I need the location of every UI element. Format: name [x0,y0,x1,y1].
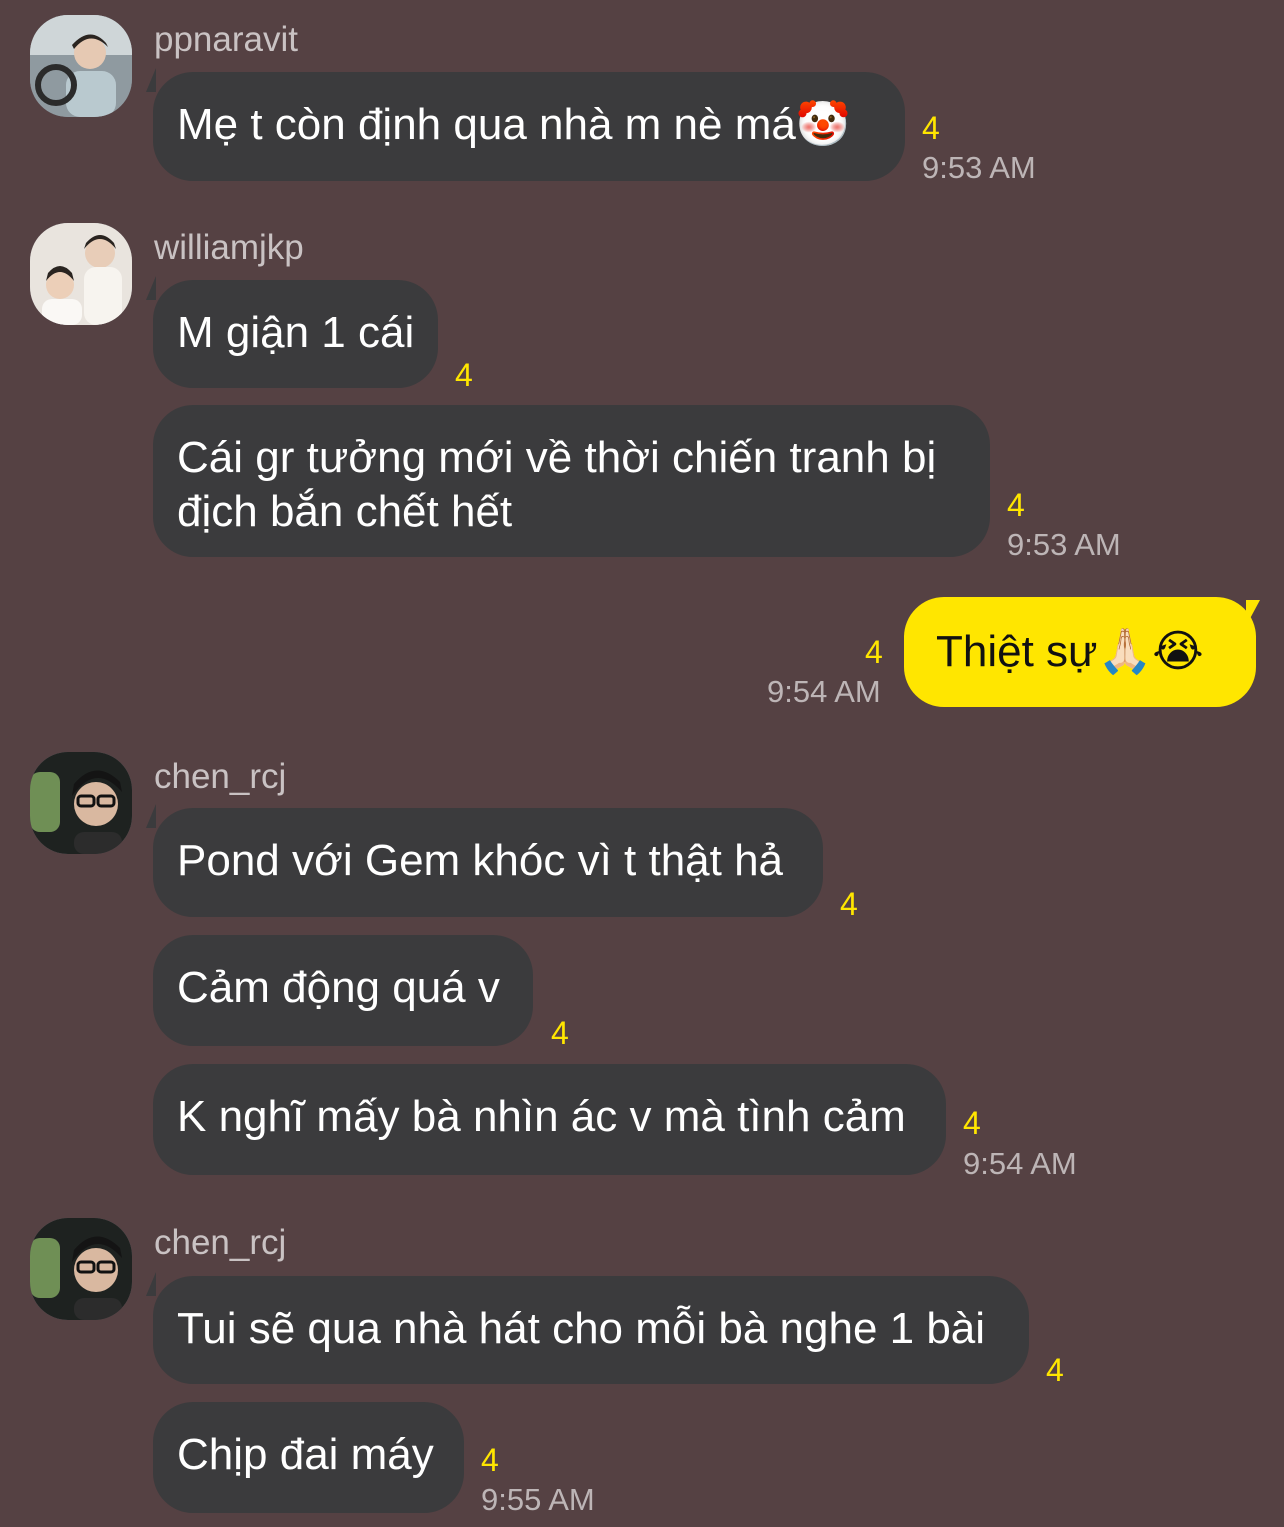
profile-photo [30,15,132,117]
timestamp: 9:54 AM [963,1146,1077,1181]
message-bubble[interactable]: Chịp đai máy [153,1402,464,1513]
profile-photo [30,1218,132,1320]
read-count: 4 [865,634,883,670]
message-bubble[interactable]: Cảm động quá v [153,935,533,1046]
username-label: chen_rcj [154,757,287,796]
avatar-williamjkp[interactable] [30,223,132,325]
message-bubble[interactable]: M giận 1 cái [153,280,438,388]
read-count: 4 [481,1442,499,1478]
timestamp: 9:53 AM [1007,527,1121,562]
username-label: ppnaravit [154,20,298,59]
message-bubble[interactable]: Mẹ t còn định qua nhà m nè má🤡 [153,72,905,181]
read-count: 4 [963,1105,981,1141]
timestamp: 9:54 AM [767,674,881,709]
bubble-tail [146,804,156,828]
message-bubble[interactable]: Tui sẽ qua nhà hát cho mỗi bà nghe 1 bài [153,1276,1029,1384]
message-bubble[interactable]: K nghĩ mấy bà nhìn ác v mà tình cảm [153,1064,946,1175]
bubble-tail [146,276,156,300]
read-count: 4 [1007,487,1025,523]
avatar-ppnaravit[interactable] [30,15,132,117]
read-count: 4 [455,357,473,393]
bubble-tail [146,1272,156,1296]
timestamp: 9:55 AM [481,1482,595,1517]
username-label: williamjkp [154,228,304,267]
my-message-bubble[interactable]: Thiệt sự🙏🏻😭 [904,597,1256,707]
read-count: 4 [551,1015,569,1051]
my-bubble-tail [1246,600,1260,626]
read-count: 4 [1046,1352,1064,1388]
avatar-chen-rcj[interactable] [30,752,132,854]
read-count: 4 [922,110,940,146]
read-count: 4 [840,886,858,922]
profile-photo [30,752,132,854]
username-label: chen_rcj [154,1223,287,1262]
avatar-chen-rcj[interactable] [30,1218,132,1320]
message-bubble[interactable]: Pond với Gem khóc vì t thật hả [153,808,823,917]
message-bubble[interactable]: Cái gr tưởng mới về thời chiến tranh bị … [153,405,990,557]
timestamp: 9:53 AM [922,150,1036,185]
profile-photo [30,223,132,325]
bubble-tail [146,68,156,92]
